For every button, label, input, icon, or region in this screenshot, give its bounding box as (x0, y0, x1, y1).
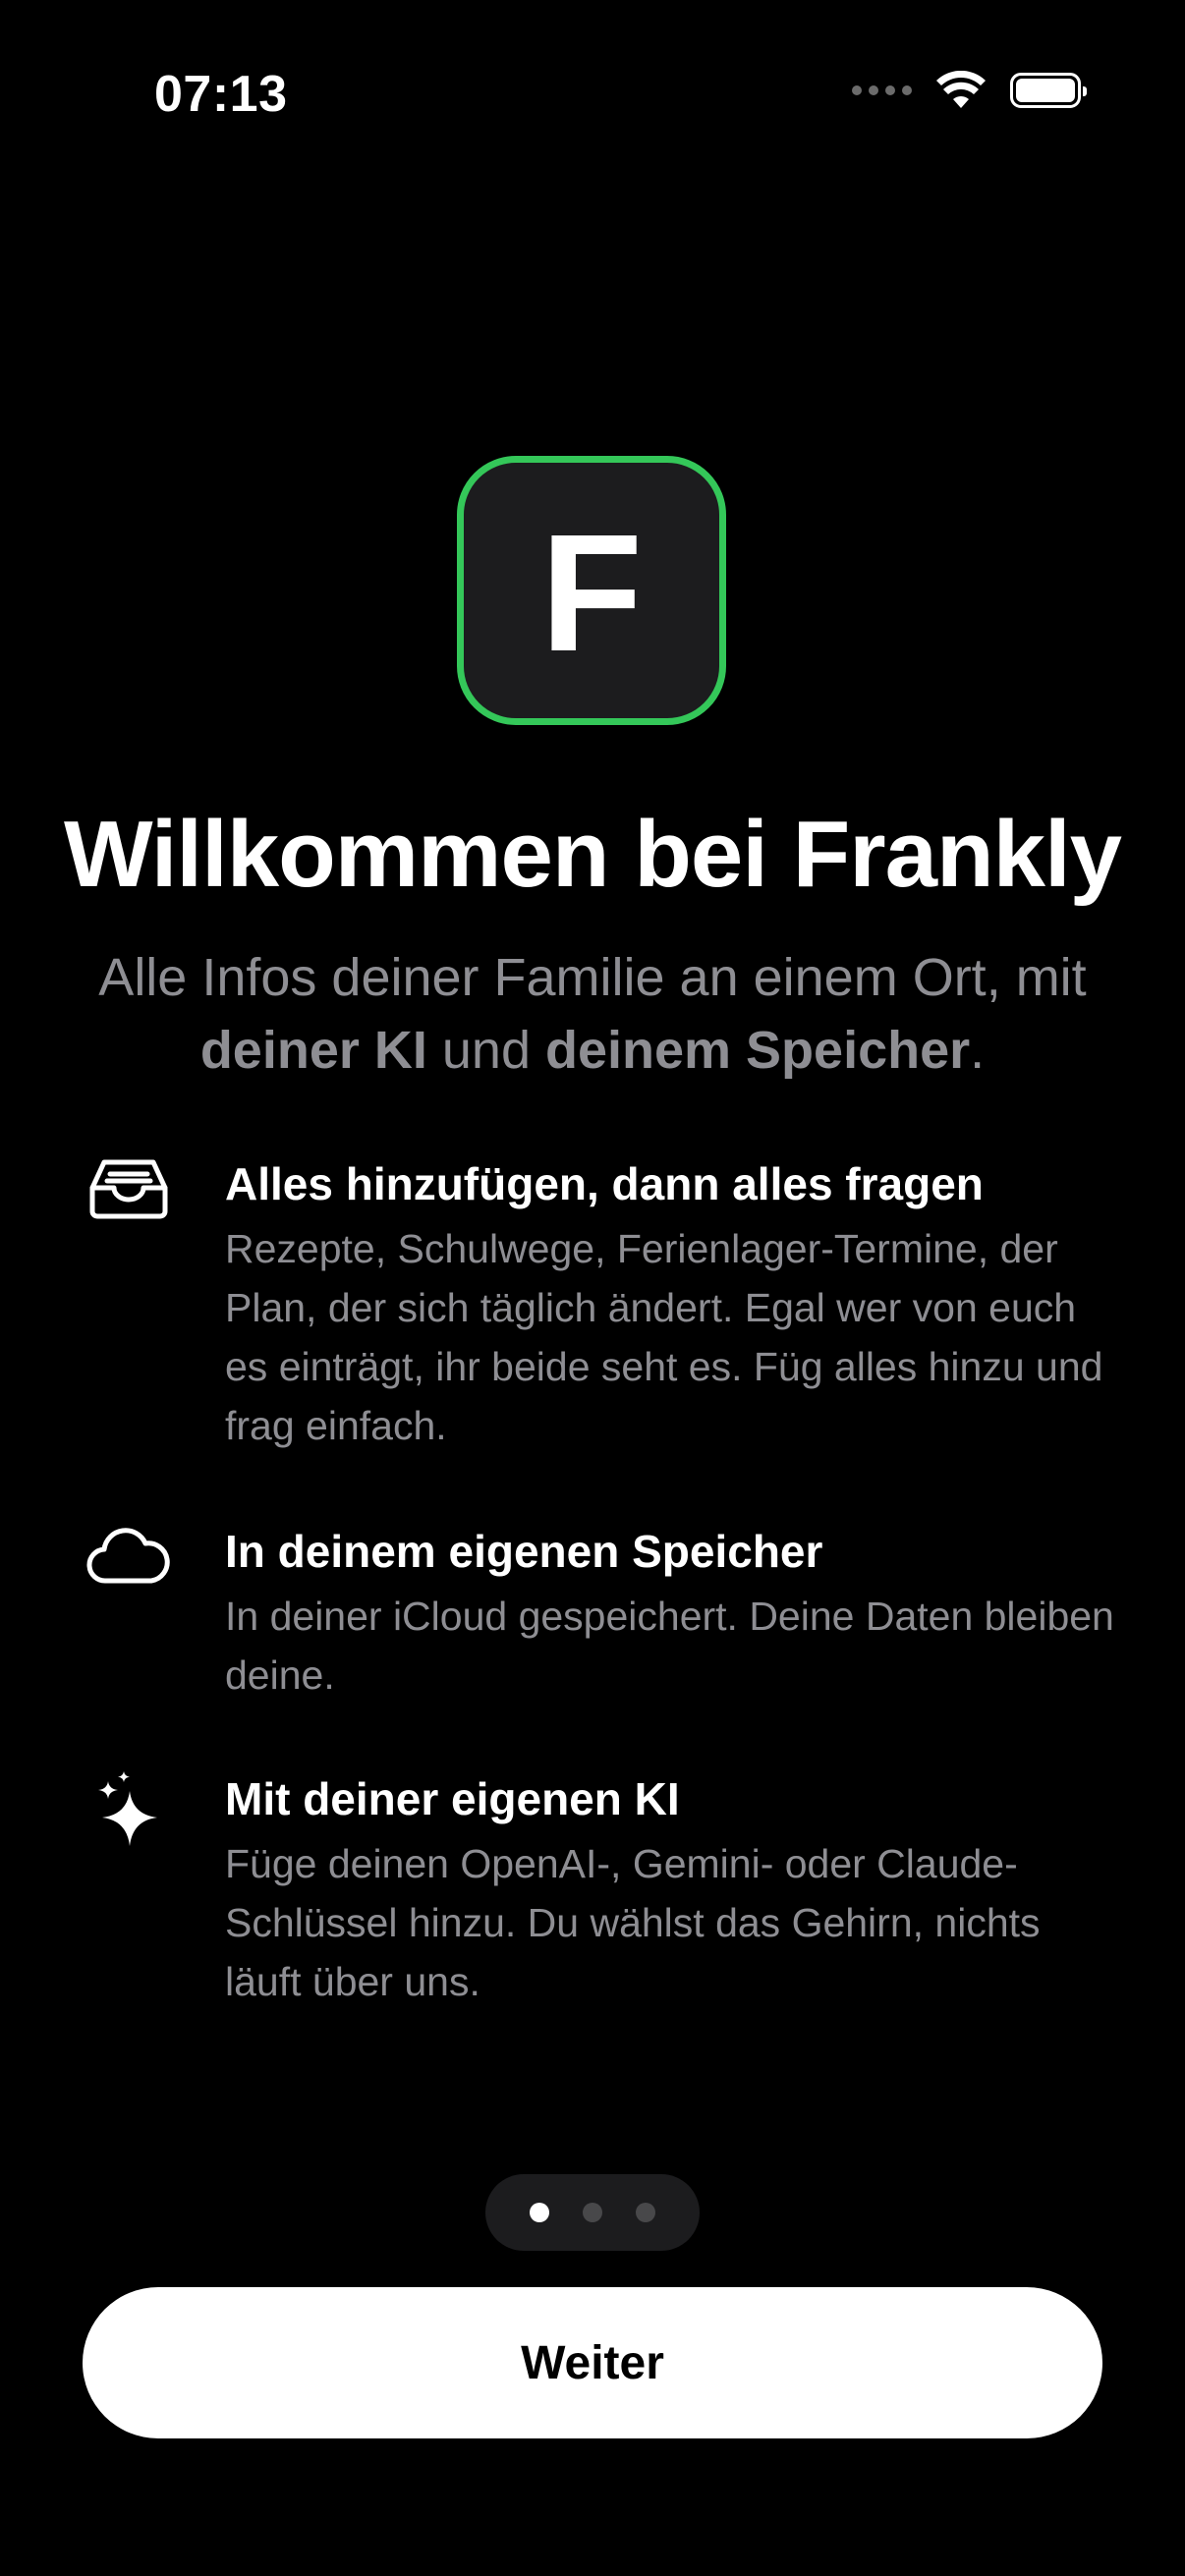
subtitle-emphasis-ai: deiner KI (199, 1021, 427, 1080)
subtitle-text: Alle Infos deiner Familie an einem Ort, … (98, 948, 1087, 1007)
wifi-icon (936, 71, 986, 108)
page-indicator[interactable] (485, 2174, 700, 2251)
status-icons (852, 71, 1087, 110)
tray-icon (86, 1154, 171, 1223)
subtitle-emphasis-storage: deinem Speicher (544, 1021, 971, 1080)
status-time: 07:13 (154, 66, 288, 123)
sparkles-icon (86, 1769, 171, 1848)
page-title: Willkommen bei Frankly (63, 802, 1122, 907)
app-logo: F (457, 456, 726, 725)
feature-title: In deinem eigenen Speicher (225, 1526, 823, 1577)
subtitle-text: und (426, 1021, 545, 1080)
feature-title: Alles hinzufügen, dann alles fragen (225, 1158, 984, 1209)
page-dot-2[interactable] (583, 2203, 602, 2222)
page-dot-3[interactable] (636, 2203, 655, 2222)
cloud-icon (86, 1522, 171, 1591)
feature-description: Rezepte, Schulwege, Ferienlager-Termine,… (225, 1226, 1103, 1448)
page-subtitle: Alle Infos deiner Familie an einem Ort, … (39, 941, 1146, 1087)
feature-description: In deiner iCloud gespeichert. Deine Date… (225, 1594, 1114, 1698)
page-dot-1[interactable] (530, 2203, 549, 2222)
feature-title: Mit deiner eigenen KI (225, 1773, 680, 1824)
battery-icon (1010, 73, 1087, 108)
logo-letter: F (540, 500, 643, 687)
continue-button[interactable]: Weiter (83, 2287, 1102, 2438)
cellular-signal-icon (852, 85, 912, 95)
subtitle-text: . (970, 1021, 986, 1080)
feature-description: Füge deinen OpenAI-, Gemini- oder Claude… (225, 1841, 1041, 2004)
